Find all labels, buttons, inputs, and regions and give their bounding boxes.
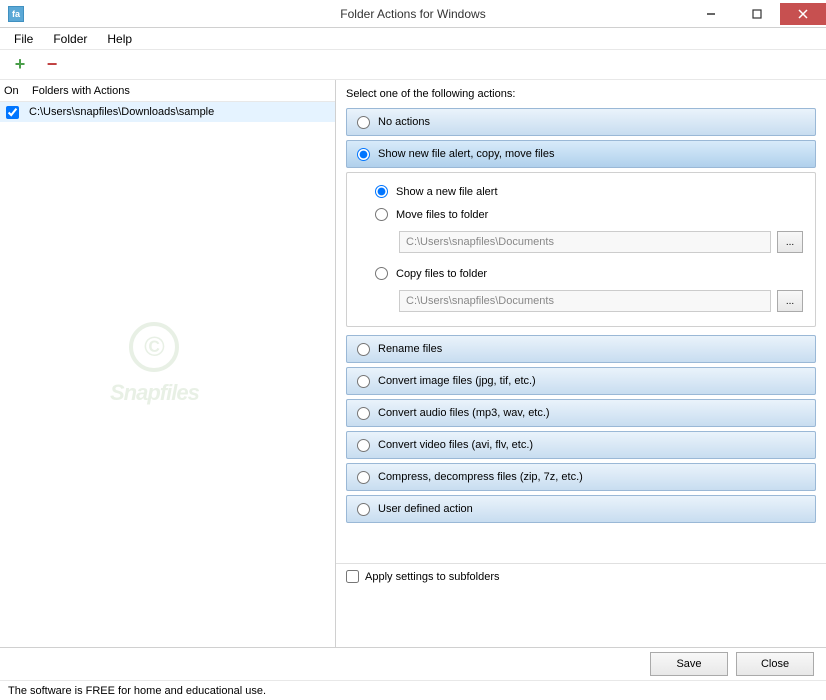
main-area: On Folders with Actions C:\Users\snapfil… <box>0 80 826 648</box>
sub-option-label: Move files to folder <box>396 209 488 221</box>
radio-no-actions[interactable] <box>357 116 370 129</box>
radio-sub-copy[interactable] <box>375 267 388 280</box>
option-convert-image[interactable]: Convert image files (jpg, tif, etc.) <box>346 367 816 395</box>
sub-option-label: Copy files to folder <box>396 268 487 280</box>
close-button[interactable] <box>780 3 826 25</box>
statusbar: The software is FREE for home and educat… <box>0 680 826 700</box>
folder-list: C:\Users\snapfiles\Downloads\sample © Sn… <box>0 102 335 647</box>
folder-enabled-checkbox[interactable] <box>6 106 19 119</box>
apply-subfolders-checkbox[interactable] <box>346 570 359 583</box>
sub-option-move[interactable]: Move files to folder <box>359 208 803 221</box>
copyright-icon: © <box>129 322 179 372</box>
option-show-alert[interactable]: Show new file alert, copy, move files <box>346 140 816 168</box>
radio-convert-image[interactable] <box>357 375 370 388</box>
window-controls <box>688 3 826 25</box>
apply-subfolders-row[interactable]: Apply settings to subfolders <box>336 563 826 589</box>
radio-sub-show-alert[interactable] <box>375 185 388 198</box>
app-icon: fa <box>8 6 24 22</box>
option-no-actions[interactable]: No actions <box>346 108 816 136</box>
copy-path-browse-button[interactable]: ... <box>777 290 803 312</box>
radio-convert-audio[interactable] <box>357 407 370 420</box>
menubar: File Folder Help <box>0 28 826 50</box>
radio-user-defined[interactable] <box>357 503 370 516</box>
apply-subfolders-label: Apply settings to subfolders <box>365 571 500 583</box>
action-detail-panel: Show a new file alert Move files to fold… <box>346 172 816 327</box>
right-panel: Select one of the following actions: No … <box>336 80 826 647</box>
option-user-defined[interactable]: User defined action <box>346 495 816 523</box>
sub-option-label: Show a new file alert <box>396 186 498 198</box>
move-path-input[interactable] <box>399 231 771 253</box>
toolbar: + − <box>0 50 826 80</box>
move-path-browse-button[interactable]: ... <box>777 231 803 253</box>
radio-rename[interactable] <box>357 343 370 356</box>
left-panel: On Folders with Actions C:\Users\snapfil… <box>0 80 336 647</box>
column-on: On <box>4 85 32 97</box>
folder-path: C:\Users\snapfiles\Downloads\sample <box>29 106 214 118</box>
move-path-row: ... <box>359 231 803 253</box>
radio-show-alert[interactable] <box>357 148 370 161</box>
option-label: User defined action <box>378 503 473 515</box>
copy-path-input[interactable] <box>399 290 771 312</box>
remove-folder-button[interactable]: − <box>42 55 62 75</box>
option-label: Convert audio files (mp3, wav, etc.) <box>378 407 550 419</box>
bottom-bar: Save Close <box>0 648 826 680</box>
option-label: Convert image files (jpg, tif, etc.) <box>378 375 536 387</box>
watermark-brand: Snapfiles <box>110 380 199 406</box>
maximize-button[interactable] <box>734 3 780 25</box>
sub-option-show-alert[interactable]: Show a new file alert <box>359 185 803 198</box>
status-text: The software is FREE for home and educat… <box>8 685 266 697</box>
option-convert-video[interactable]: Convert video files (avi, flv, etc.) <box>346 431 816 459</box>
add-folder-button[interactable]: + <box>10 55 30 75</box>
option-label: Rename files <box>378 343 442 355</box>
menu-help[interactable]: Help <box>97 30 142 48</box>
radio-convert-video[interactable] <box>357 439 370 452</box>
radio-compress[interactable] <box>357 471 370 484</box>
option-convert-audio[interactable]: Convert audio files (mp3, wav, etc.) <box>346 399 816 427</box>
actions-title: Select one of the following actions: <box>346 88 816 100</box>
option-label: Convert video files (avi, flv, etc.) <box>378 439 533 451</box>
option-label: No actions <box>378 116 430 128</box>
option-rename[interactable]: Rename files <box>346 335 816 363</box>
watermark: © Snapfiles <box>110 322 199 406</box>
column-folders: Folders with Actions <box>32 85 331 97</box>
save-button[interactable]: Save <box>650 652 728 676</box>
plus-icon: + <box>15 54 26 75</box>
folder-row[interactable]: C:\Users\snapfiles\Downloads\sample <box>0 102 335 122</box>
copy-path-row: ... <box>359 290 803 312</box>
option-label: Compress, decompress files (zip, 7z, etc… <box>378 471 583 483</box>
minimize-button[interactable] <box>688 3 734 25</box>
menu-folder[interactable]: Folder <box>43 30 97 48</box>
close-app-button[interactable]: Close <box>736 652 814 676</box>
menu-file[interactable]: File <box>4 30 43 48</box>
titlebar: fa Folder Actions for Windows <box>0 0 826 28</box>
radio-sub-move[interactable] <box>375 208 388 221</box>
minus-icon: − <box>47 54 58 75</box>
option-label: Show new file alert, copy, move files <box>378 148 554 160</box>
window-title: Folder Actions for Windows <box>340 7 485 21</box>
option-compress[interactable]: Compress, decompress files (zip, 7z, etc… <box>346 463 816 491</box>
folder-list-header: On Folders with Actions <box>0 80 335 102</box>
sub-option-copy[interactable]: Copy files to folder <box>359 267 803 280</box>
